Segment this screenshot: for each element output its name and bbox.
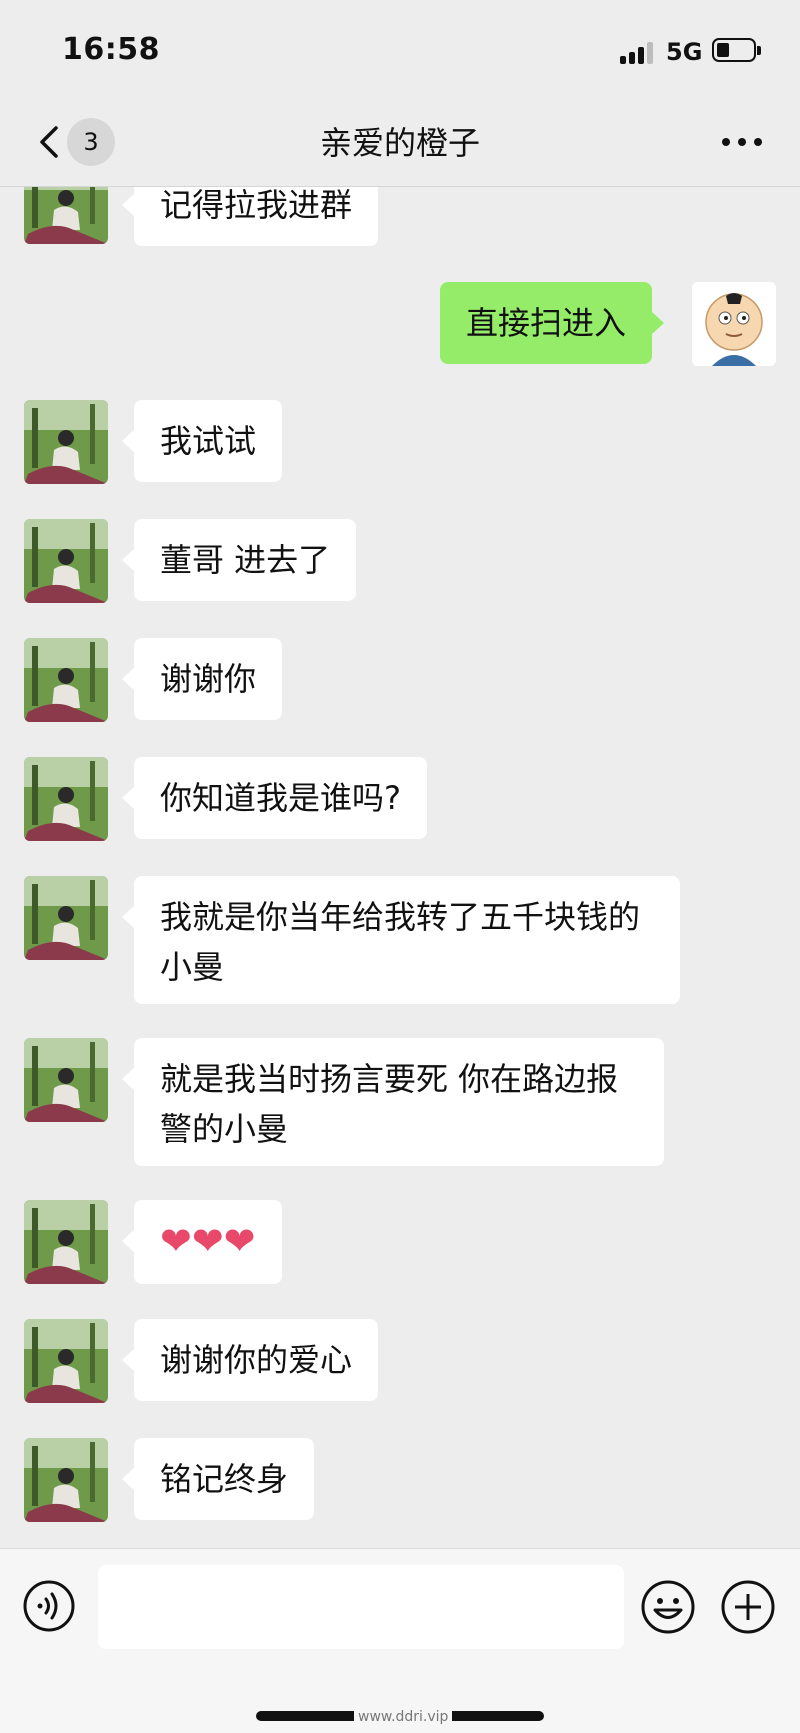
more-actions-plus-icon[interactable] — [720, 1579, 776, 1635]
message-bubble-hearts[interactable]: ❤❤❤ — [122, 1200, 282, 1284]
battery-icon — [712, 38, 761, 62]
contact-avatar[interactable] — [24, 1038, 108, 1122]
contact-avatar[interactable] — [24, 519, 108, 603]
contact-avatar[interactable] — [24, 1200, 108, 1284]
back-chevron-icon[interactable] — [30, 122, 70, 162]
unread-count-badge[interactable]: 3 — [67, 118, 115, 166]
chat-header: 亲爱的橙子 3 — [0, 100, 800, 187]
signal-icon — [620, 40, 656, 64]
contact-avatar[interactable] — [24, 638, 108, 722]
chat-title: 亲爱的橙子 — [319, 124, 480, 162]
message-bubble-outgoing[interactable]: 直接扫进入 — [440, 282, 665, 364]
network-type: 5G — [666, 38, 703, 66]
contact-avatar[interactable] — [24, 1319, 108, 1403]
status-time: 16:58 — [62, 32, 160, 67]
contact-avatar[interactable] — [24, 400, 108, 484]
watermark-text: www.ddri.vip — [354, 1709, 453, 1725]
contact-avatar[interactable] — [24, 876, 108, 960]
message-bubble-incoming[interactable]: 你知道我是谁吗? — [122, 757, 427, 839]
emoji-icon[interactable] — [640, 1579, 696, 1635]
message-bubble-incoming[interactable]: 董哥 进去了 — [121, 519, 357, 601]
message-bubble-incoming[interactable]: 谢谢你的爱心 — [121, 1319, 379, 1401]
message-bubble-incoming[interactable]: 铭记终身 — [121, 1438, 315, 1520]
message-bubble-incoming[interactable]: 我就是你当年给我转了五千块钱的小曼 — [122, 876, 680, 1004]
message-bubble-incoming[interactable]: 谢谢你 — [121, 638, 283, 720]
my-avatar[interactable] — [692, 282, 776, 366]
chat-input-bar: www.ddri.vip — [0, 1548, 800, 1733]
voice-input-icon[interactable] — [22, 1579, 76, 1633]
status-bar: 16:58 5G — [0, 0, 800, 100]
contact-avatar[interactable] — [24, 757, 108, 841]
message-bubble-incoming[interactable]: 我试试 — [121, 400, 283, 482]
message-input[interactable] — [98, 1565, 624, 1649]
message-bubble-incoming[interactable]: 就是我当时扬言要死 你在路边报警的小曼 — [122, 1038, 664, 1166]
contact-avatar[interactable] — [24, 1438, 108, 1522]
more-options-icon[interactable] — [722, 136, 762, 148]
